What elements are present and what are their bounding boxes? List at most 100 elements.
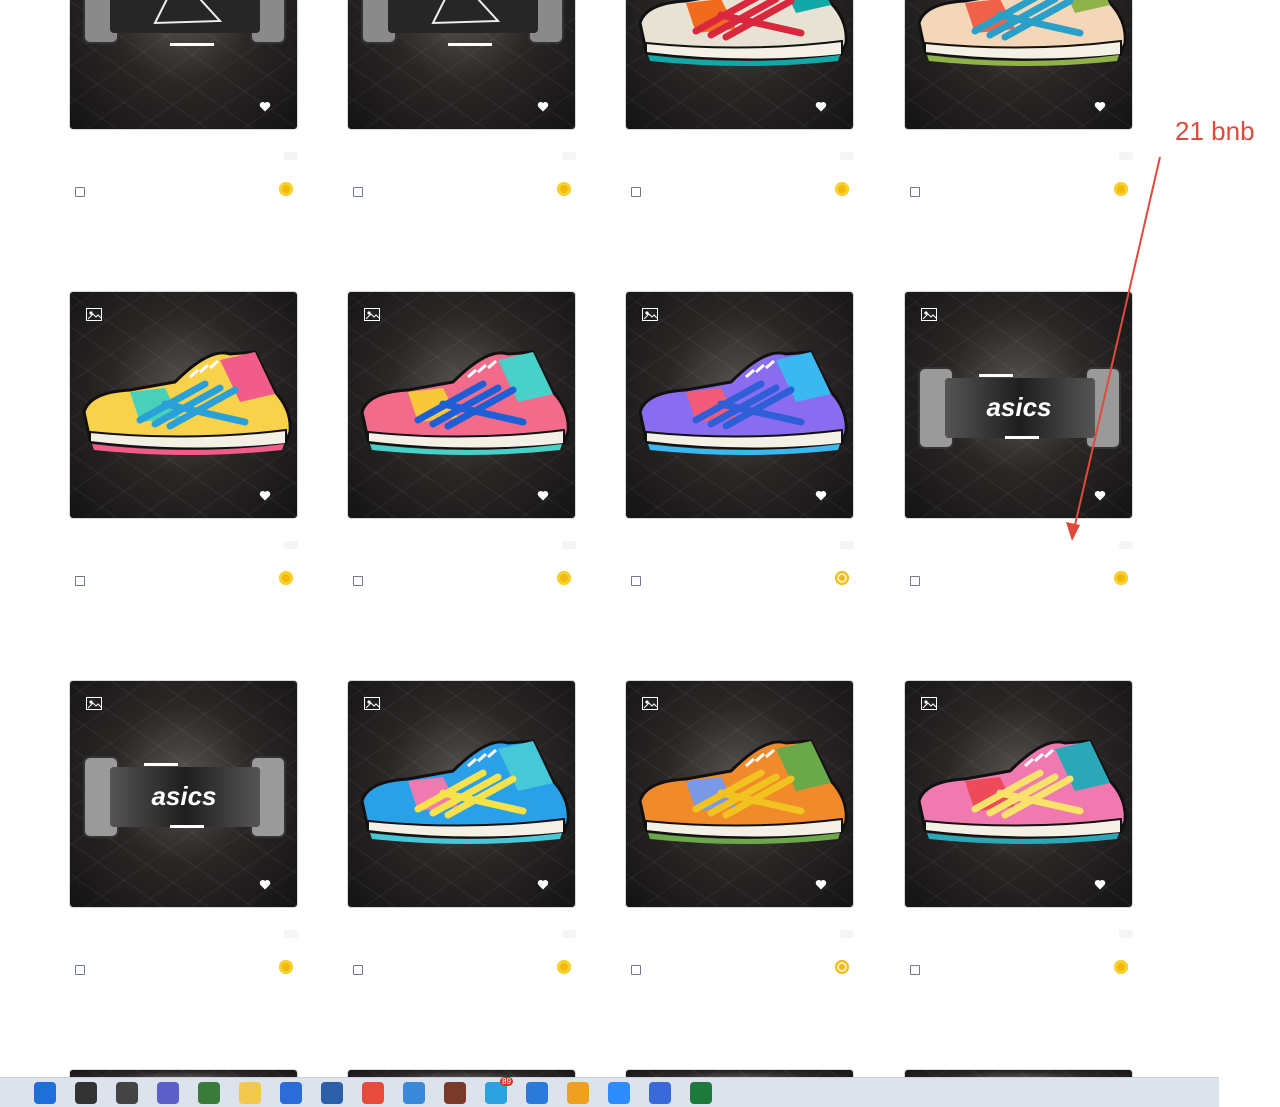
busd-coin-icon	[279, 182, 293, 196]
likes-count[interactable]	[815, 879, 833, 893]
info-icon[interactable]	[910, 576, 920, 586]
busd-coin-icon	[1114, 960, 1128, 974]
nft-card[interactable]	[347, 680, 576, 994]
nft-card[interactable]	[625, 680, 854, 994]
price-label	[347, 965, 363, 975]
nft-thumbnail[interactable]: asics	[69, 680, 298, 908]
windows-taskbar: 89	[0, 1076, 1219, 1107]
task-view-icon[interactable]	[116, 1081, 138, 1104]
nft-thumbnail[interactable]	[347, 680, 576, 908]
nft-thumbnail[interactable]: asics	[904, 291, 1133, 519]
svg-text:asics: asics	[151, 781, 216, 811]
info-icon[interactable]	[631, 576, 641, 586]
nft-thumbnail[interactable]	[904, 680, 1133, 908]
likes-count[interactable]	[259, 879, 277, 893]
likes-count[interactable]	[815, 490, 833, 504]
likes-count[interactable]	[537, 490, 555, 504]
heart-icon	[259, 879, 271, 893]
busd-coin-icon	[557, 960, 571, 974]
likes-count[interactable]	[1094, 490, 1112, 504]
price-label	[69, 576, 85, 586]
likes-count[interactable]	[259, 101, 277, 115]
nft-thumbnail[interactable]	[625, 291, 854, 519]
edge-icon[interactable]	[526, 1081, 548, 1104]
nft-card[interactable]	[625, 0, 854, 216]
price-value	[1114, 960, 1133, 974]
nft-card[interactable]	[69, 0, 298, 216]
browser-e-icon[interactable]	[567, 1081, 589, 1104]
info-icon[interactable]	[910, 187, 920, 197]
nft-thumbnail[interactable]	[347, 291, 576, 519]
price-label	[904, 576, 920, 586]
svg-text:asics: asics	[986, 392, 1051, 422]
nft-card[interactable]: asics	[904, 291, 1133, 605]
chrome-icon[interactable]	[362, 1081, 384, 1104]
info-icon[interactable]	[75, 965, 85, 975]
teams-chat-icon[interactable]	[157, 1081, 179, 1104]
winrar-icon[interactable]	[444, 1081, 466, 1104]
nft-thumbnail[interactable]	[69, 291, 298, 519]
price-value	[279, 571, 298, 585]
info-icon[interactable]	[353, 187, 363, 197]
nft-thumbnail[interactable]	[904, 0, 1133, 130]
nft-card[interactable]	[347, 291, 576, 605]
info-icon[interactable]	[631, 187, 641, 197]
price-value	[835, 182, 854, 196]
busd-coin-icon	[835, 182, 849, 196]
heart-icon	[1094, 101, 1106, 115]
app-icon[interactable]	[321, 1081, 343, 1104]
search-icon[interactable]	[75, 1081, 97, 1104]
price-value	[835, 571, 854, 585]
sneaker-artwork	[360, 739, 570, 844]
heart-icon	[537, 879, 549, 893]
price-label	[904, 965, 920, 975]
info-icon[interactable]	[75, 576, 85, 586]
nft-card[interactable]	[904, 680, 1133, 994]
image-badge-icon	[642, 308, 658, 321]
excel-icon[interactable]	[690, 1081, 712, 1104]
likes-count[interactable]	[1094, 101, 1112, 115]
info-icon[interactable]	[631, 965, 641, 975]
calculator-icon[interactable]	[198, 1081, 220, 1104]
price-value	[557, 960, 576, 974]
telegram-icon[interactable]: 89	[485, 1076, 513, 1104]
likes-count[interactable]	[537, 101, 555, 115]
price-label	[904, 187, 920, 197]
info-icon[interactable]	[75, 187, 85, 197]
likes-count[interactable]	[1094, 879, 1112, 893]
likes-count[interactable]	[259, 490, 277, 504]
photos-icon[interactable]	[649, 1081, 671, 1104]
nft-card[interactable]	[347, 0, 576, 216]
sneaker-artwork	[360, 350, 570, 455]
chain-badge	[1119, 541, 1133, 549]
nft-card[interactable]	[625, 291, 854, 605]
nft-thumbnail[interactable]	[347, 0, 576, 130]
price-value	[279, 960, 298, 974]
nft-card[interactable]	[69, 291, 298, 605]
info-icon[interactable]	[353, 576, 363, 586]
windows-start-icon[interactable]	[34, 1081, 56, 1104]
heart-icon	[1094, 879, 1106, 893]
chain-badge	[840, 152, 854, 160]
nft-thumbnail[interactable]	[625, 0, 854, 130]
chain-badge	[562, 541, 576, 549]
bnb-coin-icon	[835, 960, 849, 974]
notepad-icon[interactable]	[403, 1081, 425, 1104]
heart-icon	[259, 490, 271, 504]
chain-badge	[562, 930, 576, 938]
info-icon[interactable]	[910, 965, 920, 975]
image-badge-icon	[364, 697, 380, 710]
store-icon[interactable]	[280, 1081, 302, 1104]
busd-coin-icon	[279, 960, 293, 974]
file-explorer-icon[interactable]	[239, 1081, 261, 1104]
likes-count[interactable]	[537, 879, 555, 893]
nft-card[interactable]	[904, 0, 1133, 216]
image-badge-icon	[86, 308, 102, 321]
zoom-icon[interactable]	[608, 1081, 630, 1104]
info-icon[interactable]	[353, 965, 363, 975]
image-badge-icon	[921, 697, 937, 710]
nft-card[interactable]: asics	[69, 680, 298, 994]
nft-thumbnail[interactable]	[69, 0, 298, 130]
likes-count[interactable]	[815, 101, 833, 115]
nft-thumbnail[interactable]	[625, 680, 854, 908]
